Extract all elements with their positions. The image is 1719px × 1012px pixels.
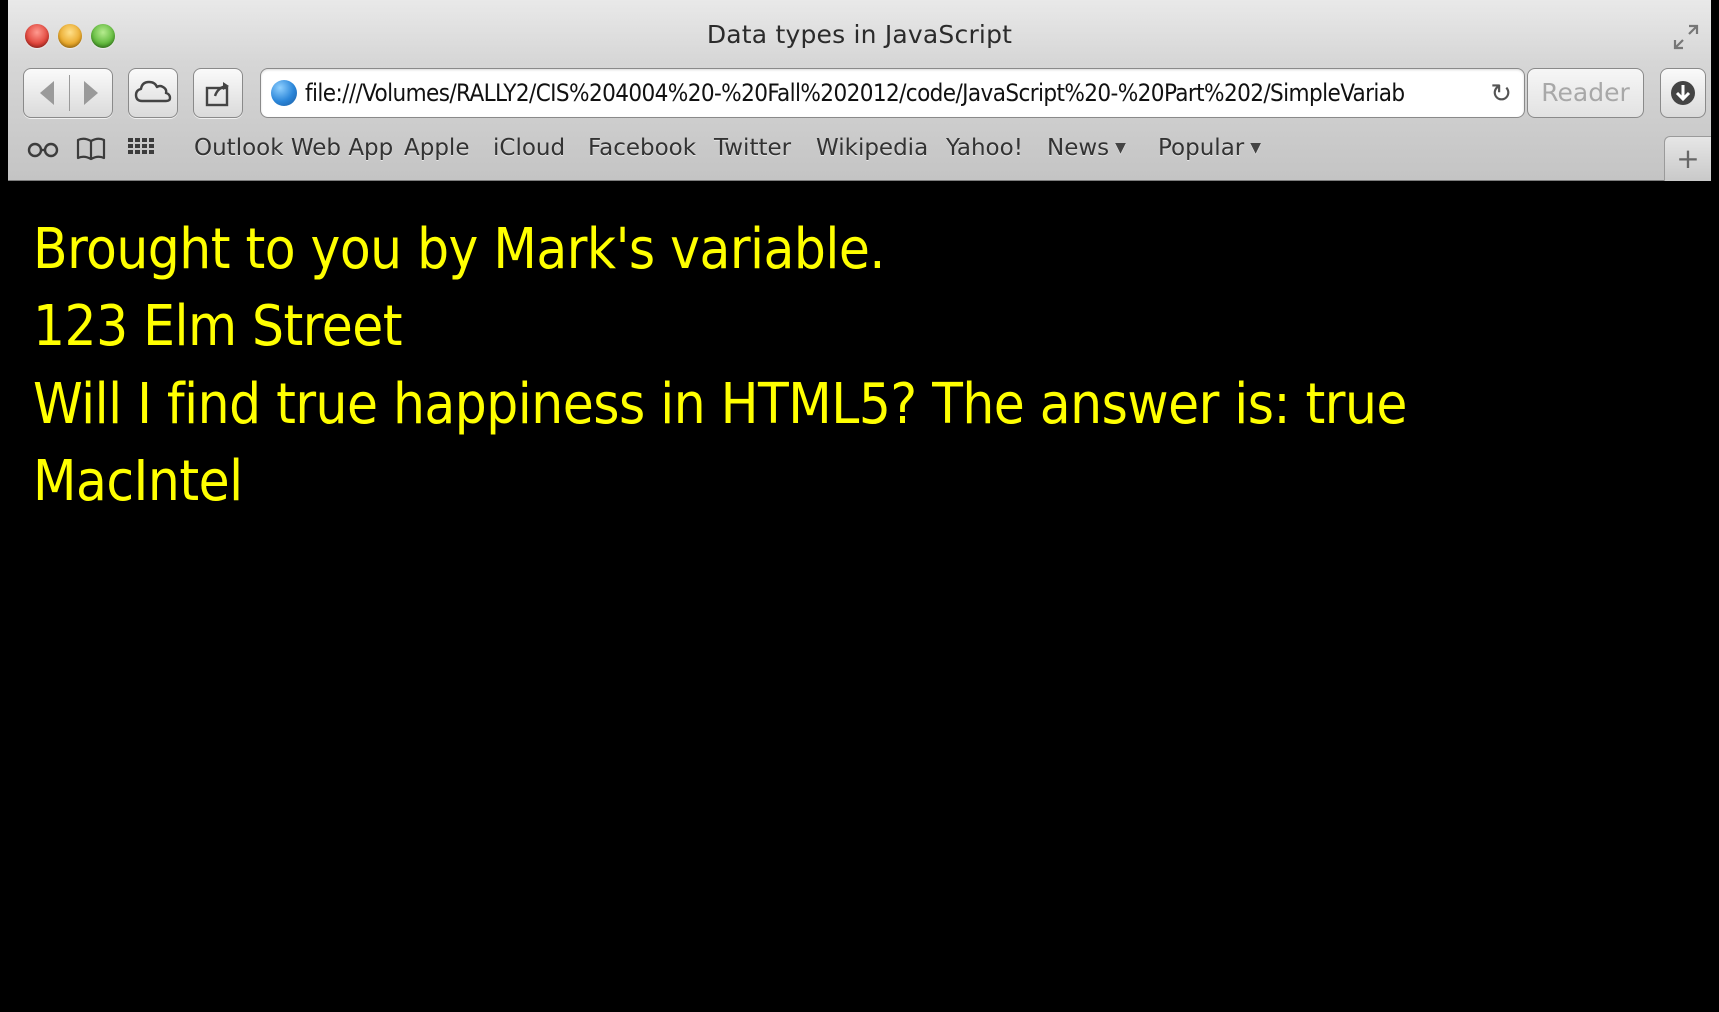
dropdown-caret-icon: ▼ xyxy=(1250,140,1262,156)
bookmark-wikipedia[interactable]: Wikipedia xyxy=(816,132,928,164)
output-line-4: MacIntel xyxy=(33,449,243,514)
output-line-1: Brought to you by Mark's variable. xyxy=(33,217,885,282)
bookmark-facebook[interactable]: Facebook xyxy=(588,132,696,164)
address-bar[interactable]: file:///Volumes/RALLY2/CIS%204004%20-%20… xyxy=(260,68,1525,118)
output-line-3: Will I find true happiness in HTML5? The… xyxy=(33,372,1407,437)
bookmark-popular-label: Popular xyxy=(1158,135,1245,161)
top-sites-grid-icon[interactable] xyxy=(126,132,156,164)
back-forward-buttons xyxy=(23,68,113,118)
bookmarks-book-icon[interactable] xyxy=(74,132,108,164)
reading-list-icon[interactable] xyxy=(26,132,60,164)
page-content: Brought to you by Mark's variable. 123 E… xyxy=(8,181,1711,1012)
forward-icon[interactable] xyxy=(84,81,98,105)
bookmark-news-menu[interactable]: News ▼ xyxy=(1047,132,1126,164)
share-icon xyxy=(205,82,229,107)
bookmark-twitter[interactable]: Twitter xyxy=(714,132,791,164)
bookmark-news-label: News xyxy=(1047,135,1110,161)
download-icon xyxy=(1671,81,1695,105)
downloads-button[interactable] xyxy=(1660,68,1706,118)
reader-button[interactable]: Reader xyxy=(1527,68,1644,118)
fullscreen-icon[interactable] xyxy=(1671,22,1701,52)
bookmark-yahoo[interactable]: Yahoo! xyxy=(946,132,1023,164)
share-button[interactable] xyxy=(193,68,243,118)
output-line-2: 123 Elm Street xyxy=(33,294,403,359)
title-bar: Data types in JavaScript xyxy=(8,0,1711,66)
divider xyxy=(69,75,70,111)
cloud-icon xyxy=(134,80,172,103)
bookmark-popular-menu[interactable]: Popular ▼ xyxy=(1158,132,1261,164)
bookmark-icloud[interactable]: iCloud xyxy=(493,132,565,164)
dropdown-caret-icon: ▼ xyxy=(1115,140,1126,156)
browser-chrome: Data types in JavaScript file:///Volumes… xyxy=(8,0,1711,181)
bookmarks-bar: Outlook Web App Apple iCloud Facebook Tw… xyxy=(8,126,1711,170)
bookmark-apple[interactable]: Apple xyxy=(404,132,469,164)
back-icon[interactable] xyxy=(40,81,54,105)
reload-icon[interactable]: ↻ xyxy=(1490,79,1512,109)
icloud-tabs-button[interactable] xyxy=(128,68,178,118)
globe-icon xyxy=(271,80,297,106)
url-text[interactable]: file:///Volumes/RALLY2/CIS%204004%20-%20… xyxy=(305,79,1464,107)
window-title: Data types in JavaScript xyxy=(706,20,1013,49)
browser-window: Data types in JavaScript file:///Volumes… xyxy=(0,0,1719,1012)
new-tab-button[interactable]: + xyxy=(1664,136,1711,181)
bookmark-outlook-web-app[interactable]: Outlook Web App xyxy=(194,132,393,164)
